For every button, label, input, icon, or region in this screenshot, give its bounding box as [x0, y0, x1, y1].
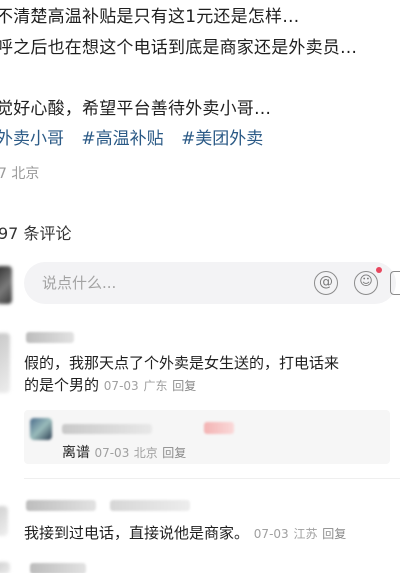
commenter-name-2b	[110, 500, 190, 511]
comment-reply-button[interactable]: 回复	[172, 379, 196, 393]
comment-count: 97 条评论	[0, 224, 72, 243]
post-tags: 外卖小哥 #高温补贴 #美团外卖	[0, 124, 275, 149]
comment-2-location: 江苏	[293, 527, 318, 541]
post-text-line-2: 呼之后也在想这个电话到底是商家还是外卖员…	[0, 38, 358, 58]
commenter-avatar-2[interactable]	[0, 506, 8, 536]
comment-input[interactable]	[42, 262, 292, 304]
post-text-line-3: 觉好心酸，希望平台善待外卖小哥…	[0, 99, 272, 119]
at-icon[interactable]: @	[314, 271, 338, 295]
comment-date: 07-03	[103, 379, 139, 393]
post-text-line-1: 不清楚高温补贴是只有这1元还是怎样…	[0, 7, 300, 27]
comment-text-line-2: 的是个男的 07-03 广东 回复	[24, 374, 196, 397]
commenter-avatar[interactable]	[0, 333, 10, 393]
commenter-name[interactable]	[26, 332, 74, 343]
comment-2-text: 我接到过电话，直接说他是商家。	[24, 524, 250, 542]
reply-reply-button[interactable]: 回复	[162, 446, 186, 460]
tag-gaowen-butie[interactable]: #高温补贴	[81, 129, 163, 149]
comment-2-date: 07-03	[253, 527, 289, 541]
reply-body: 离谱 07-03 北京 回复	[62, 442, 186, 462]
commenter-name-2[interactable]	[26, 500, 96, 511]
notification-dot	[376, 267, 382, 273]
reply-badge	[204, 422, 234, 434]
reply-location: 北京	[133, 446, 158, 460]
comment-text-tail: 的是个男的	[24, 376, 100, 394]
tag-waimai-xiaoge[interactable]: 外卖小哥	[0, 129, 64, 149]
current-user-avatar[interactable]	[0, 266, 12, 304]
comment-text-line-1: 假的，我那天点了个外卖是女生送的，打电话来	[24, 354, 340, 372]
reply-thread: 离谱 07-03 北京 回复	[24, 410, 390, 464]
comment-2-body: 我接到过电话，直接说他是商家。 07-03 江苏 回复	[24, 522, 346, 545]
comment-location: 广东	[143, 379, 168, 393]
reply-user-name[interactable]	[62, 424, 152, 434]
reply-text: 离谱	[62, 445, 90, 461]
post-meta-location: 7 北京	[0, 166, 40, 182]
next-commenter-name[interactable]	[30, 563, 86, 573]
emoji-icon[interactable]: ☺	[354, 271, 378, 295]
comment-2-reply-button[interactable]: 回复	[322, 527, 346, 541]
next-commenter-avatar[interactable]	[0, 562, 10, 573]
comment-divider	[24, 478, 400, 479]
comment-input-bar[interactable]: @ ☺	[24, 262, 400, 304]
image-icon[interactable]	[390, 271, 400, 295]
reply-date: 07-03	[94, 446, 130, 460]
tag-meituan-waimai[interactable]: #美团外卖	[181, 129, 263, 149]
reply-avatar[interactable]	[30, 418, 52, 440]
